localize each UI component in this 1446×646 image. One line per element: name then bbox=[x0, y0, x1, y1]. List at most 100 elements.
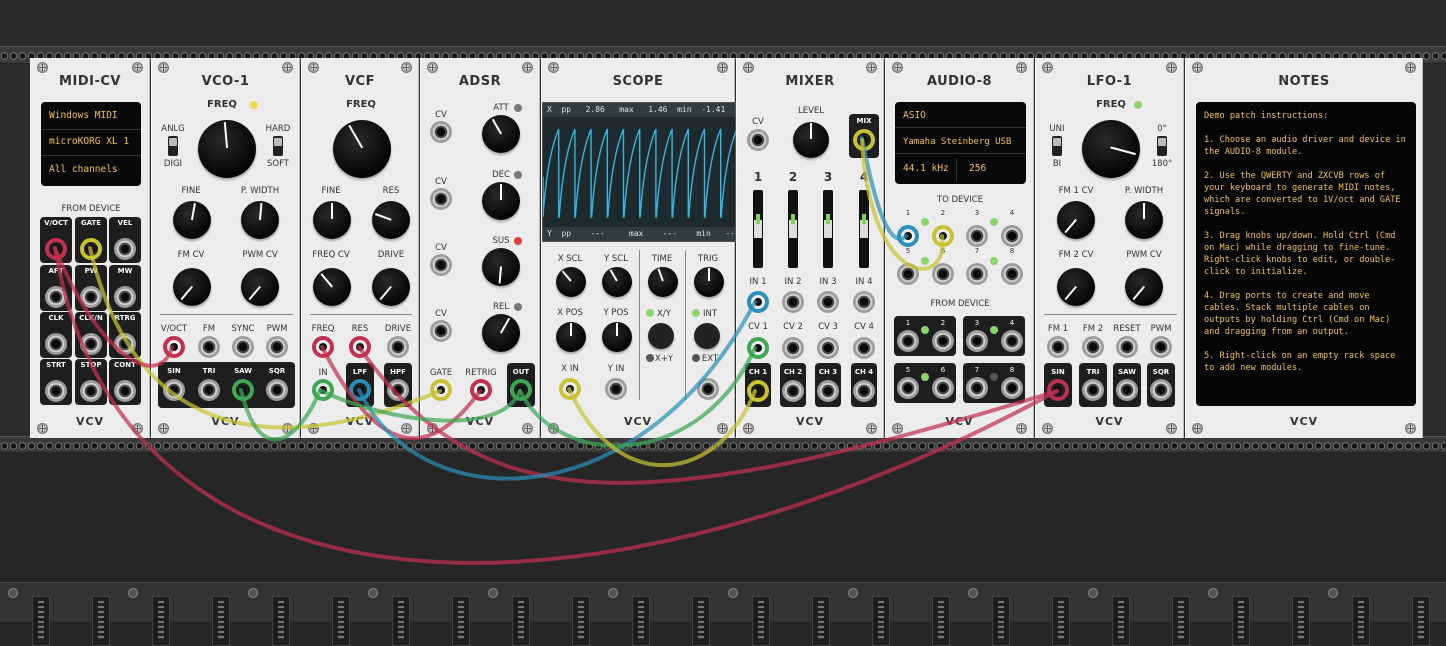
res-knob[interactable] bbox=[372, 201, 410, 239]
mixer-ch-4-output[interactable] bbox=[853, 380, 875, 402]
module-notes[interactable]: NOTES Demo patch instructions: 1. Choose… bbox=[1185, 58, 1423, 438]
vco-input-fm[interactable] bbox=[198, 336, 220, 358]
vco-output-sin[interactable] bbox=[163, 379, 185, 401]
midi-output-aft[interactable] bbox=[45, 286, 67, 308]
mixer-ch-2-output[interactable] bbox=[782, 380, 804, 402]
att-knob[interactable] bbox=[482, 115, 520, 153]
trig-knob[interactable] bbox=[694, 267, 724, 297]
audio-device-display[interactable]: ASIO Yamaha Steinberg USB 44.1 kHz 256 bbox=[895, 102, 1026, 184]
midi-output-rtrg[interactable] bbox=[114, 333, 136, 355]
pwm-cv-knob[interactable] bbox=[241, 268, 279, 306]
audio-from-device-4[interactable] bbox=[1001, 330, 1023, 352]
midi-output-strt[interactable] bbox=[45, 380, 67, 402]
uni-bi-switch[interactable] bbox=[1052, 136, 1062, 156]
mixer-in-4[interactable] bbox=[853, 291, 875, 313]
mixer-level-cv-input[interactable] bbox=[747, 129, 769, 151]
y-scl-knob[interactable] bbox=[602, 267, 632, 297]
dec-knob[interactable] bbox=[482, 182, 520, 220]
vcf-input-drive[interactable] bbox=[387, 336, 409, 358]
y-pos-knob[interactable] bbox=[602, 322, 632, 352]
pwidth-knob[interactable] bbox=[1125, 201, 1163, 239]
lfo-output-sin[interactable] bbox=[1047, 379, 1069, 401]
vcf-audio-input[interactable] bbox=[312, 379, 334, 401]
adsr-gate-input[interactable] bbox=[430, 379, 452, 401]
vco-output-sqr[interactable] bbox=[266, 379, 288, 401]
mixer-in-1[interactable] bbox=[747, 291, 769, 313]
module-midi-cv[interactable]: MIDI-CV Windows MIDI microKORG XL 1 All … bbox=[30, 58, 150, 438]
scope-display[interactable]: X pp 2.86 max 1.46 min -1.41 Y pp --- ma… bbox=[542, 102, 737, 252]
vco-output-saw[interactable] bbox=[232, 379, 254, 401]
mixer-ch-1-output[interactable] bbox=[747, 380, 769, 402]
lfo-output-saw[interactable] bbox=[1116, 379, 1138, 401]
x-scl-knob[interactable] bbox=[556, 267, 586, 297]
mixer-cv-1[interactable] bbox=[747, 337, 769, 359]
audio-to-device-8[interactable] bbox=[1001, 263, 1023, 285]
audio-from-device-6[interactable] bbox=[932, 377, 954, 399]
audio-to-device-2[interactable] bbox=[932, 225, 954, 247]
mixer-cv-3[interactable] bbox=[817, 337, 839, 359]
fm1-cv-knob[interactable] bbox=[1057, 201, 1095, 239]
trigger-source-button[interactable] bbox=[694, 323, 720, 349]
audio-from-device-1[interactable] bbox=[897, 330, 919, 352]
mixer-cv-2[interactable] bbox=[782, 337, 804, 359]
pwidth-knob[interactable] bbox=[241, 201, 279, 239]
pwm-cv-knob[interactable] bbox=[1125, 268, 1163, 306]
channel-4-fader[interactable] bbox=[859, 190, 869, 268]
vcf-hpf-output[interactable] bbox=[387, 379, 409, 401]
adsr-retrig-input[interactable] bbox=[470, 379, 492, 401]
module-mixer[interactable]: MIXER VCV CV LEVEL MIX 1 IN 1 CV 1 CH 1 2 IN 2 CV… bbox=[736, 58, 884, 438]
freq-knob[interactable] bbox=[333, 120, 391, 178]
lfo-input-fm1[interactable] bbox=[1047, 336, 1069, 358]
sample-rate[interactable]: 44.1 kHz bbox=[895, 159, 957, 181]
mixer-in-2[interactable] bbox=[782, 291, 804, 313]
vco-output-tri[interactable] bbox=[198, 379, 220, 401]
midi-channel[interactable]: All channels bbox=[41, 162, 141, 184]
adsr-output[interactable] bbox=[510, 379, 532, 401]
audio-from-device-5[interactable] bbox=[897, 377, 919, 399]
midi-output-stop[interactable] bbox=[80, 380, 102, 402]
rel-knob[interactable] bbox=[482, 314, 520, 352]
channel-3-fader[interactable] bbox=[823, 190, 833, 268]
midi-output-pw[interactable] bbox=[80, 286, 102, 308]
mixer-cv-4[interactable] bbox=[853, 337, 875, 359]
audio-from-device-8[interactable] bbox=[1001, 377, 1023, 399]
audio-from-device-3[interactable] bbox=[966, 330, 988, 352]
audio-to-device-7[interactable] bbox=[966, 263, 988, 285]
freq-cv-knob[interactable] bbox=[313, 268, 351, 306]
adsr-dec-cv-input[interactable] bbox=[430, 188, 452, 210]
midi-output-cont[interactable] bbox=[114, 380, 136, 402]
scope-ext-trigger-input[interactable] bbox=[697, 378, 719, 400]
module-scope[interactable]: SCOPE X pp 2.86 max 1.46 min -1.41 Y pp … bbox=[541, 58, 737, 438]
audio-driver[interactable]: ASIO bbox=[895, 106, 1026, 128]
lfo-output-sqr[interactable] bbox=[1150, 379, 1172, 401]
midi-output-voct[interactable] bbox=[45, 238, 67, 260]
audio-to-device-1[interactable] bbox=[897, 225, 919, 247]
module-vcf[interactable]: VCF FREQ FINE RES FREQ CV DRIVE VCV FREQ… bbox=[301, 58, 419, 438]
audio-to-device-3[interactable] bbox=[966, 225, 988, 247]
time-knob[interactable] bbox=[648, 267, 678, 297]
vcf-input-res[interactable] bbox=[349, 336, 371, 358]
block-size[interactable]: 256 bbox=[969, 159, 986, 179]
midi-output-clkn[interactable] bbox=[80, 333, 102, 355]
mixer-ch-3-output[interactable] bbox=[817, 380, 839, 402]
midi-output-gate[interactable] bbox=[80, 238, 102, 260]
fine-knob[interactable] bbox=[313, 201, 351, 239]
mixer-in-3[interactable] bbox=[817, 291, 839, 313]
mode-button[interactable] bbox=[648, 323, 674, 349]
channel-2-fader[interactable] bbox=[788, 190, 798, 268]
audio-to-device-5[interactable] bbox=[897, 263, 919, 285]
midi-output-vel[interactable] bbox=[114, 238, 136, 260]
lfo-output-tri[interactable] bbox=[1082, 379, 1104, 401]
midi-driver[interactable]: Windows MIDI bbox=[41, 108, 141, 130]
vco-input-sync[interactable] bbox=[232, 336, 254, 358]
midi-device[interactable]: microKORG XL 1 bbox=[41, 134, 141, 156]
vco-input-pwm[interactable] bbox=[266, 336, 288, 358]
module-audio-8[interactable]: AUDIO-8 ASIO Yamaha Steinberg USB 44.1 k… bbox=[885, 58, 1034, 438]
mixer-mix-output[interactable] bbox=[853, 129, 875, 151]
audio-from-device-2[interactable] bbox=[932, 330, 954, 352]
audio-from-device-7[interactable] bbox=[966, 377, 988, 399]
fm-cv-knob[interactable] bbox=[173, 268, 211, 306]
scope-y-input[interactable] bbox=[605, 378, 627, 400]
lfo-input-pwm[interactable] bbox=[1150, 336, 1172, 358]
level-knob[interactable] bbox=[793, 122, 829, 158]
